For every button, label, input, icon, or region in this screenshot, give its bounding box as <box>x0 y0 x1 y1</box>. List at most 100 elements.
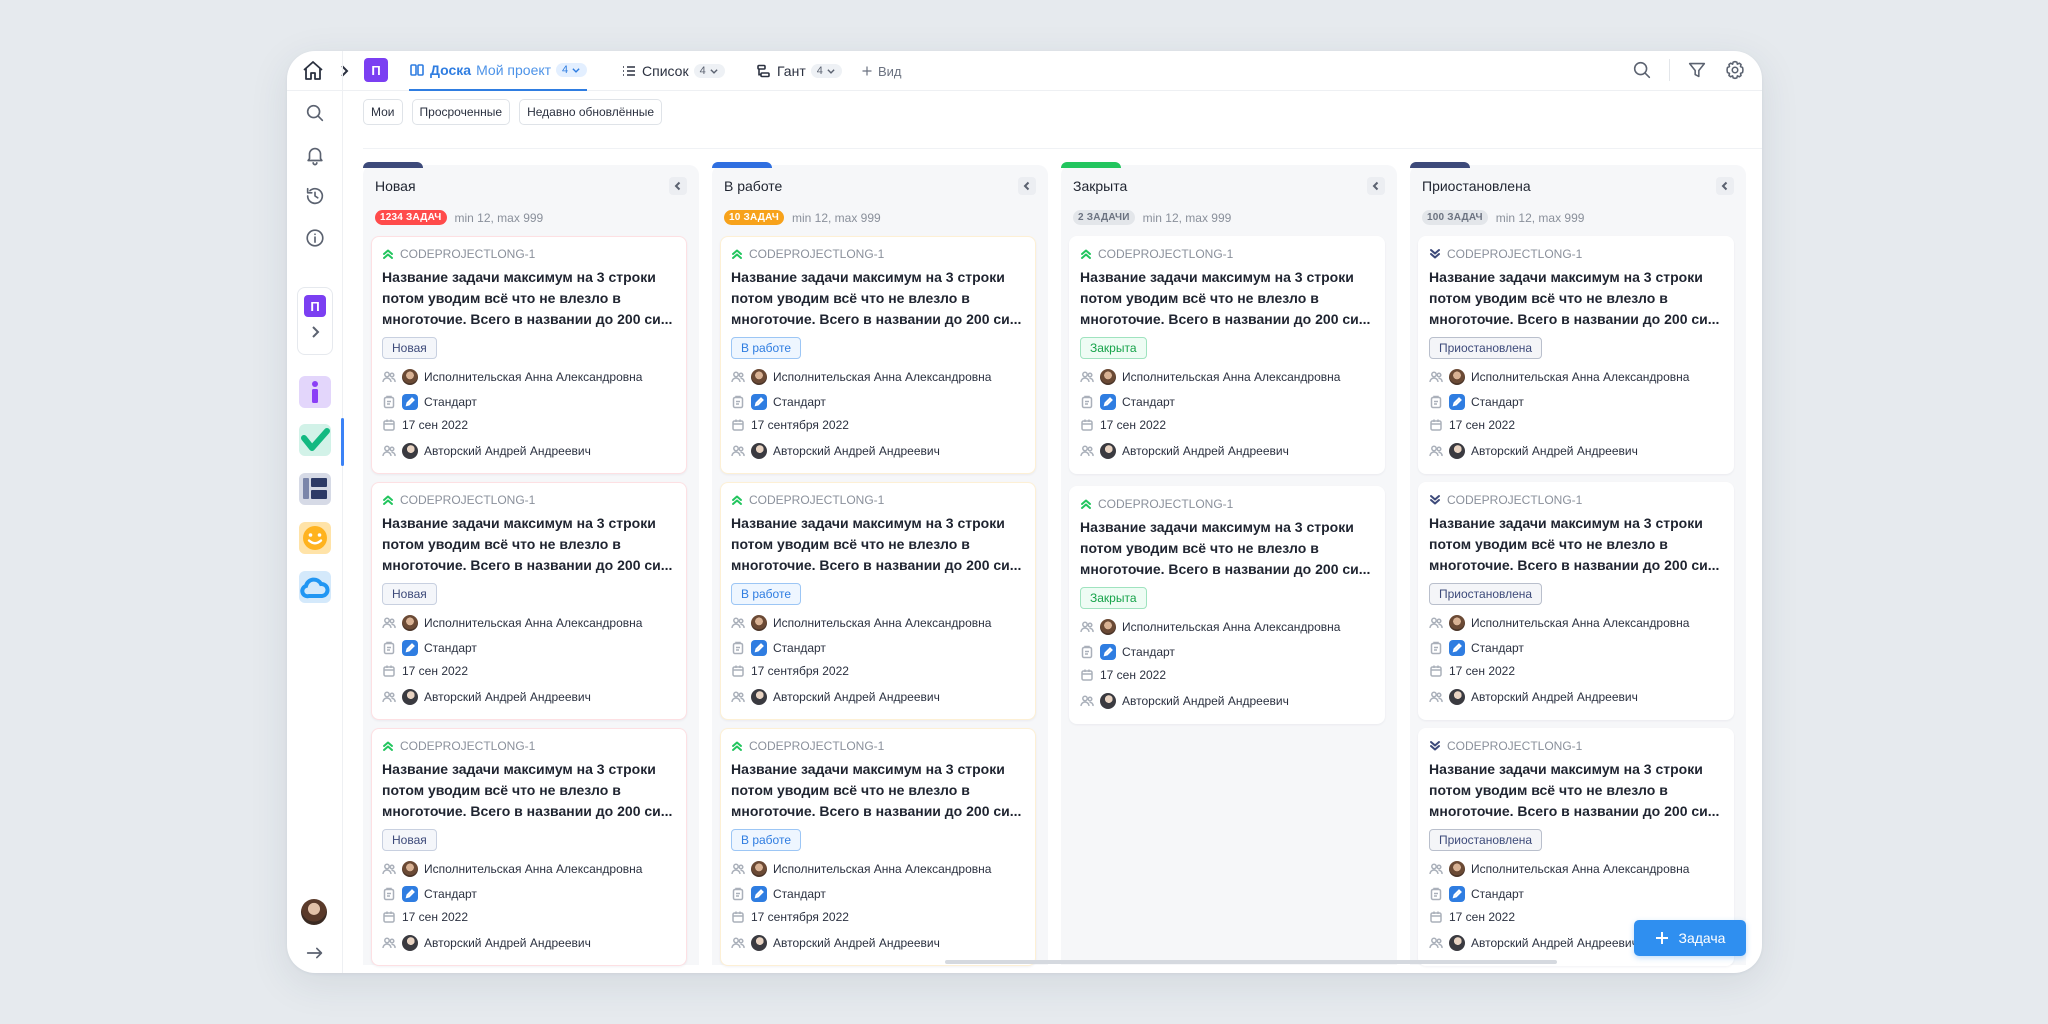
tab-list-count-value: 4 <box>699 65 706 77</box>
chevron-left-icon <box>1721 181 1728 191</box>
task-date-value: 17 сен 2022 <box>402 664 469 678</box>
app-layout-icon[interactable] <box>299 473 331 505</box>
task-title: Название задачи максимум на 3 строки пот… <box>731 515 1022 573</box>
task-type-icon <box>383 641 395 655</box>
tab-board-count[interactable]: 4 <box>556 63 588 77</box>
priority-down-icon <box>1430 249 1440 259</box>
search-icon[interactable] <box>1631 59 1653 81</box>
task-status-badge[interactable]: Новая <box>382 829 437 851</box>
sidebar-project-badge: П <box>304 295 326 317</box>
chevron-down-icon <box>572 68 580 73</box>
task-title: Название задачи максимум на 3 строки пот… <box>382 515 673 573</box>
task-card[interactable]: CODEPROJECTLONG-1 Название задачи максиму… <box>720 728 1036 966</box>
task-assignee: Исполнительская Анна Александровна <box>1429 369 1689 385</box>
task-type-icon <box>1081 645 1093 659</box>
app-cloud-icon[interactable] <box>299 571 331 603</box>
filter-recently-updated[interactable]: Недавно обновлённые <box>519 99 662 125</box>
board-column: Закрыта 2 ЗАДАЧИ min 12, max 999 CODEPROJEC… <box>1061 162 1397 965</box>
task-status-badge[interactable]: Закрыта <box>1080 337 1147 359</box>
task-date-value: 17 сентября 2022 <box>751 910 849 924</box>
task-card[interactable]: CODEPROJECTLONG-1 Название задачи максиму… <box>371 482 687 720</box>
task-card[interactable]: CODEPROJECTLONG-1 Название задачи максиму… <box>371 236 687 474</box>
assignee-icon <box>731 617 745 629</box>
author-icon <box>1080 445 1094 457</box>
task-type-icon <box>1430 641 1442 655</box>
priority-up-icon <box>383 495 393 505</box>
active-app-indicator <box>341 418 344 466</box>
sidebar-history-button[interactable] <box>299 180 331 212</box>
calendar-icon <box>732 419 744 431</box>
sidebar-info-button[interactable] <box>299 222 331 254</box>
arrow-right-icon <box>306 947 323 959</box>
app-smile-icon[interactable] <box>299 522 331 554</box>
task-date-value: 17 сентября 2022 <box>751 418 849 432</box>
task-title: Название задачи максимум на 3 строки пот… <box>1429 269 1720 327</box>
check-app-glyph <box>301 428 330 451</box>
tab-board[interactable]: Доска Мой проект 4 <box>409 51 588 91</box>
horizontal-scrollbar[interactable] <box>945 960 1557 964</box>
plus-icon <box>862 66 872 76</box>
assignee-icon <box>1429 617 1443 629</box>
assignee-icon <box>731 371 745 383</box>
task-card[interactable]: CODEPROJECTLONG-1 Название задачи максиму… <box>1069 486 1385 724</box>
sidebar-project-switcher[interactable]: П <box>297 287 333 355</box>
task-status-badge[interactable]: В работе <box>731 829 802 851</box>
gear-icon[interactable] <box>1724 59 1746 81</box>
task-status-badge[interactable]: Приостановлена <box>1429 829 1543 851</box>
calendar-icon <box>1081 419 1093 431</box>
add-view-button[interactable]: Вид <box>861 51 902 91</box>
tab-list[interactable]: Список 4 <box>621 51 725 91</box>
sidebar-search-button[interactable] <box>299 97 331 129</box>
tab-board-project: Мой проект <box>476 62 552 78</box>
task-author: Авторский Андрей Андреевич <box>382 935 591 951</box>
task-status-badge[interactable]: Новая <box>382 583 437 605</box>
filter-icon[interactable] <box>1686 59 1708 81</box>
app-check-icon[interactable] <box>299 424 331 456</box>
add-task-button[interactable]: Задача <box>1634 920 1746 956</box>
task-status-badge[interactable]: Закрыта <box>1080 587 1147 609</box>
tab-gantt[interactable]: Гант 4 <box>756 51 842 91</box>
task-card[interactable]: CODEPROJECTLONG-1 Название задачи максиму… <box>1418 482 1734 720</box>
task-card[interactable]: CODEPROJECTLONG-1 Название задачи максиму… <box>371 728 687 966</box>
bell-icon <box>307 147 323 166</box>
task-title: Название задачи максимум на 3 строки пот… <box>1080 519 1371 577</box>
assignee-avatar <box>751 369 767 385</box>
priority-down-icon <box>1430 495 1440 505</box>
task-card[interactable]: CODEPROJECTLONG-1 Название задачи максиму… <box>720 482 1036 720</box>
app-info-icon[interactable] <box>299 376 331 408</box>
task-date: 17 сен 2022 <box>1080 418 1166 432</box>
task-card[interactable]: CODEPROJECTLONG-1 Название задачи максиму… <box>1418 236 1734 474</box>
task-author: Авторский Андрей Андреевич <box>382 689 591 705</box>
task-type: Стандарт <box>1080 394 1175 410</box>
column-collapse-button[interactable] <box>669 177 687 195</box>
gantt-icon <box>757 64 770 78</box>
column-collapse-button[interactable] <box>1716 177 1734 195</box>
assignee-icon <box>1429 371 1443 383</box>
sidebar-notifications-button[interactable] <box>299 139 331 171</box>
task-status-badge[interactable]: Приостановлена <box>1429 337 1543 359</box>
author-avatar <box>402 689 418 705</box>
task-status-badge[interactable]: В работе <box>731 583 802 605</box>
task-status-badge[interactable]: Приостановлена <box>1429 583 1543 605</box>
project-badge[interactable]: П <box>364 58 388 82</box>
filter-mine[interactable]: Мои <box>363 99 403 125</box>
column-collapse-button[interactable] <box>1018 177 1036 195</box>
task-status-badge[interactable]: Новая <box>382 337 437 359</box>
assignee-avatar <box>751 861 767 877</box>
task-code: CODEPROJECTLONG-1 <box>1429 247 1582 261</box>
task-code-text: CODEPROJECTLONG-1 <box>749 739 885 753</box>
author-name: Авторский Андрей Андреевич <box>773 690 940 704</box>
task-card[interactable]: CODEPROJECTLONG-1 Название задачи максиму… <box>720 236 1036 474</box>
task-status-badge[interactable]: В работе <box>731 337 802 359</box>
task-type: Стандарт <box>382 394 477 410</box>
filter-overdue[interactable]: Просроченные <box>411 99 511 125</box>
task-card[interactable]: CODEPROJECTLONG-1 Название задачи максиму… <box>1069 236 1385 474</box>
task-code: CODEPROJECTLONG-1 <box>1080 497 1233 511</box>
tab-list-count[interactable]: 4 <box>693 64 725 78</box>
assignee-name: Исполнительская Анна Александровна <box>1471 616 1690 630</box>
assignee-avatar <box>751 615 767 631</box>
column-collapse-button[interactable] <box>1367 177 1385 195</box>
sidebar-expand-button[interactable] <box>299 937 331 969</box>
tab-gantt-count[interactable]: 4 <box>810 64 842 78</box>
user-avatar[interactable] <box>301 899 327 925</box>
